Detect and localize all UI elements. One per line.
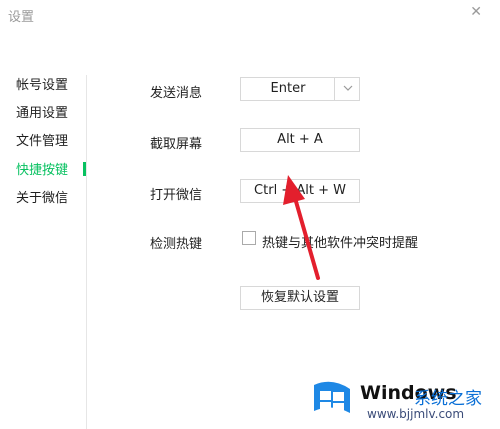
open-wechat-label: 打开微信 bbox=[150, 188, 203, 203]
send-message-dropdown[interactable] bbox=[334, 77, 360, 101]
sidebar-item-general[interactable]: 通用设置 bbox=[16, 102, 68, 121]
title-bar: 设置 ✕ bbox=[0, 0, 500, 30]
open-wechat-hotkey-box[interactable]: Ctrl + Alt + W bbox=[240, 179, 360, 203]
watermark-url: www.bjjmlv.com bbox=[367, 407, 465, 421]
send-message-label: 发送消息 bbox=[150, 86, 203, 101]
close-icon[interactable]: ✕ bbox=[470, 4, 482, 20]
active-indicator bbox=[83, 162, 86, 176]
window-title: 设置 bbox=[8, 10, 35, 25]
watermark-site: 系统之家 bbox=[414, 389, 482, 409]
conflict-remind-checkbox[interactable] bbox=[242, 231, 256, 245]
windows-logo-icon bbox=[314, 381, 350, 413]
sidebar-item-files[interactable]: 文件管理 bbox=[16, 130, 68, 149]
chevron-down-icon bbox=[343, 85, 353, 91]
restore-defaults-button[interactable]: 恢复默认设置 bbox=[240, 286, 360, 310]
conflict-remind-text: 热键与其他软件冲突时提醒 bbox=[262, 236, 419, 251]
send-message-select[interactable]: Enter bbox=[240, 77, 360, 101]
sidebar-item-shortcuts[interactable]: 快捷按键 bbox=[16, 159, 68, 178]
send-message-value: Enter bbox=[270, 81, 306, 96]
detect-hotkey-label: 检测热键 bbox=[150, 237, 203, 252]
screenshot-hotkey-box[interactable]: Alt + A bbox=[240, 128, 360, 152]
sidebar-item-about[interactable]: 关于微信 bbox=[16, 187, 68, 206]
sidebar-item-account[interactable]: 帐号设置 bbox=[16, 74, 68, 93]
watermark: Windows 系统之家 www.bjjmlv.com bbox=[300, 367, 500, 429]
sidebar-divider bbox=[86, 75, 87, 429]
screenshot-label: 截取屏幕 bbox=[150, 137, 203, 152]
annotation-arrow bbox=[283, 175, 320, 280]
